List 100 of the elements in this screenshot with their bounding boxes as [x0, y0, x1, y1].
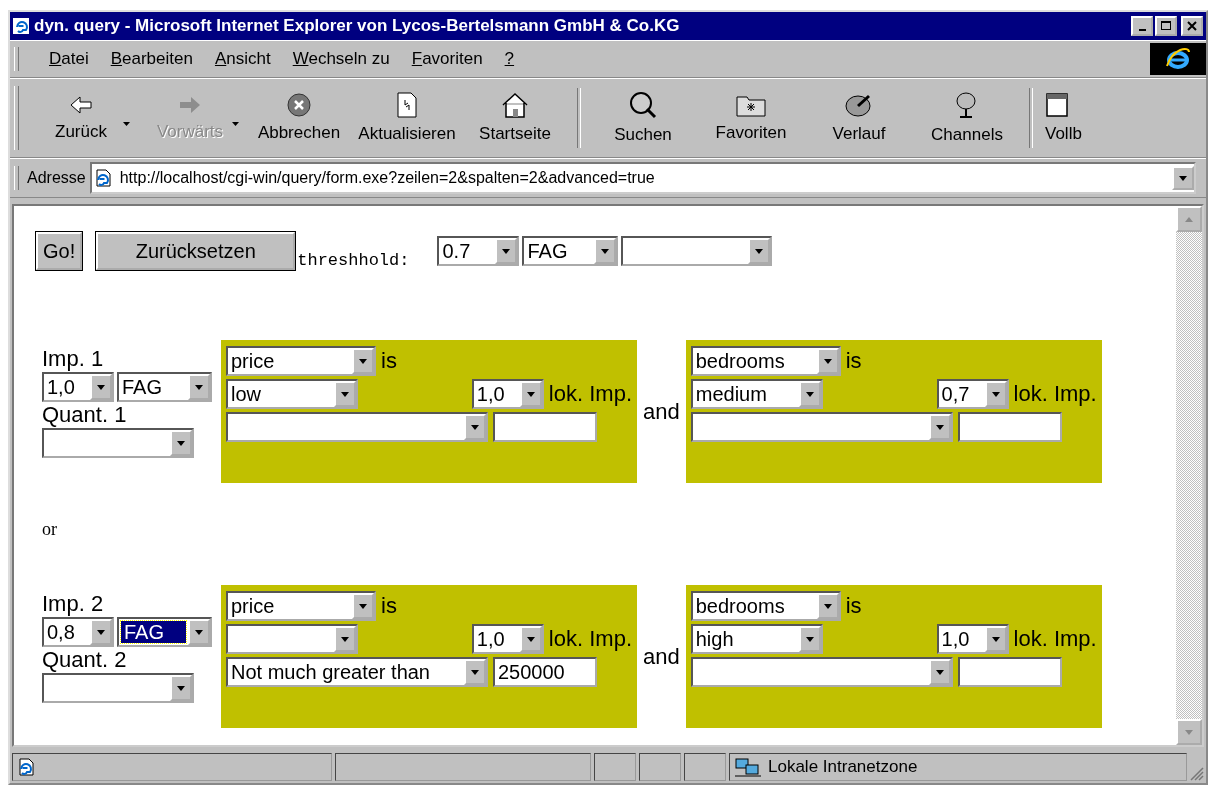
toolbar-button[interactable]: Suchen: [589, 87, 697, 149]
select-field[interactable]: 1,0: [42, 372, 114, 402]
local-importance-label: lok. Imp.: [1013, 626, 1097, 652]
or-label: or: [42, 519, 58, 540]
close-button[interactable]: [1181, 16, 1203, 36]
caret-icon: [798, 626, 821, 652]
select-field[interactable]: 1,0: [471, 624, 544, 654]
select-field[interactable]: price: [226, 346, 376, 376]
toolbar-button[interactable]: Vollb: [1041, 88, 1091, 148]
caret-icon: [928, 414, 951, 440]
caret-icon: [519, 381, 542, 407]
scroll-down-button[interactable]: [1176, 719, 1202, 745]
resize-grip-icon[interactable]: [1190, 767, 1204, 781]
left-arrow-icon: [69, 94, 93, 116]
submit-button[interactable]: Go!: [36, 232, 83, 270]
select-field[interactable]: high: [690, 624, 823, 654]
is-label: is: [845, 593, 862, 619]
select-field[interactable]: bedrooms: [690, 346, 841, 376]
window-icon: [1045, 92, 1069, 118]
refresh-page-icon: [397, 92, 417, 118]
value-field[interactable]: [493, 412, 597, 442]
select-field[interactable]: medium: [690, 379, 823, 409]
value-field[interactable]: [957, 412, 1062, 442]
status-pane: [594, 753, 636, 781]
toolbar-button[interactable]: Abbrechen: [245, 89, 353, 147]
maximize-button[interactable]: [1155, 16, 1177, 36]
caret-icon: [984, 381, 1007, 407]
caret-icon: [170, 675, 192, 701]
toolbar-button[interactable]: Favoriten: [697, 89, 805, 147]
and-label: and: [643, 398, 680, 425]
status-pane: [684, 753, 726, 781]
value-field[interactable]: [957, 657, 1062, 687]
select-field[interactable]: 0,8: [42, 617, 114, 647]
menu-item[interactable]: Datei: [49, 49, 89, 69]
local-importance-label: lok. Imp.: [548, 626, 632, 652]
toolbar-button[interactable]: Aktualisieren: [353, 88, 461, 148]
caret-icon: [464, 414, 486, 440]
value-field[interactable]: 250000: [493, 657, 597, 687]
select-field[interactable]: 1,0: [936, 624, 1009, 654]
importance-label: Imp. 2: [42, 591, 105, 617]
caret-icon[interactable]: [1172, 166, 1194, 190]
select-field[interactable]: bedrooms: [690, 591, 841, 621]
select-field[interactable]: FAG: [117, 372, 212, 402]
folder-star-icon: [736, 93, 766, 117]
select-field[interactable]: [42, 428, 194, 458]
menu-item[interactable]: Bearbeiten: [110, 49, 193, 69]
caret-icon: [90, 374, 112, 400]
maximize-icon: [1161, 21, 1171, 31]
select-field[interactable]: price: [226, 591, 376, 621]
caret-icon: [334, 626, 356, 652]
menu-item[interactable]: Favoriten: [411, 49, 483, 69]
address-field[interactable]: http://localhost/cgi-win/query/form.exe?zeilen=2&spalten=2&advanced=true: [89, 162, 1196, 194]
address-label: Adresse: [27, 169, 86, 187]
select-field[interactable]: [690, 657, 953, 687]
select-field[interactable]: 1,0: [471, 379, 544, 409]
select-field[interactable]: [226, 412, 488, 442]
is-label: is: [381, 593, 397, 619]
stop-icon: [287, 93, 311, 117]
select-field[interactable]: [226, 624, 358, 654]
select-field[interactable]: FAG: [117, 617, 212, 647]
menu-item[interactable]: Wechseln zu: [292, 49, 390, 69]
caret-icon: [816, 593, 839, 619]
down-arrow-icon: [1185, 729, 1193, 735]
threshold-label: threshhold:: [297, 251, 410, 270]
page-icon: [17, 758, 35, 776]
select-field[interactable]: low: [226, 379, 358, 409]
select-field[interactable]: 0.7: [437, 236, 520, 266]
window-title: dyn. query - Microsoft Internet Explorer von Lycos-Bertelsmann GmbH & Co.KG: [34, 16, 681, 36]
menu-item[interactable]: ?: [504, 49, 515, 69]
quantifier-label: Quant. 1: [42, 402, 128, 428]
select-field[interactable]: [621, 236, 773, 266]
caret-icon: [816, 348, 839, 374]
reset-button[interactable]: Zurücksetzen: [96, 232, 296, 270]
importance-label: Imp. 1: [42, 346, 105, 372]
select-field[interactable]: Not much greater than: [226, 657, 488, 687]
menu-item[interactable]: Ansicht: [214, 49, 271, 69]
caret-icon: [748, 238, 771, 264]
is-label: is: [381, 348, 397, 374]
select-field[interactable]: 0,7: [936, 379, 1009, 409]
is-label: is: [845, 348, 862, 374]
caret-icon: [352, 593, 374, 619]
toolbar-button[interactable]: Zurück: [27, 90, 135, 146]
right-arrow-icon: [178, 94, 202, 116]
scroll-up-button[interactable]: [1176, 206, 1202, 232]
toolbar-button[interactable]: Verlauf: [805, 88, 913, 148]
toolbar-button[interactable]: Channels: [913, 87, 1021, 149]
minimize-button[interactable]: [1131, 16, 1153, 36]
minimize-icon: [1138, 28, 1146, 31]
select-field[interactable]: FAG: [522, 236, 619, 266]
caret-icon: [334, 381, 356, 407]
caret-icon: [352, 348, 374, 374]
select-field[interactable]: [690, 412, 953, 442]
toolbar-button[interactable]: Startseite: [461, 88, 569, 148]
status-pane: [639, 753, 681, 781]
search-icon: [629, 91, 657, 119]
select-field[interactable]: [42, 673, 194, 703]
caret-icon: [188, 619, 210, 645]
caret-icon: [495, 238, 518, 264]
caret-icon: [984, 626, 1007, 652]
page-icon: [93, 169, 112, 187]
